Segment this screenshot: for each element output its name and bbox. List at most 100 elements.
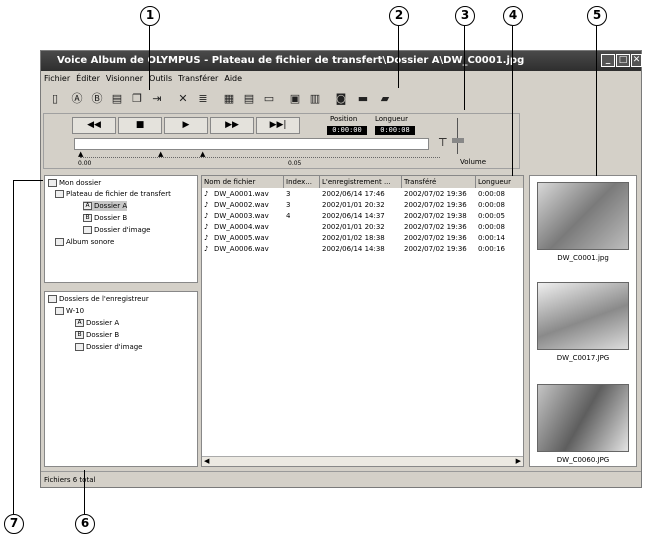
menu-fichier[interactable]: Fichier: [41, 71, 73, 87]
callout-2-line: [398, 26, 399, 88]
table-row[interactable]: ♪ DW_A0005.wav 2002/01/02 18:38 2002/07/02…: [202, 233, 523, 244]
skip-end-button[interactable]: ▶▶|: [256, 117, 300, 134]
folder-a-icon[interactable]: Ⓐ: [69, 91, 85, 107]
device-icon[interactable]: ▯: [47, 91, 63, 107]
progress-bar[interactable]: [74, 138, 429, 150]
folder-b-icon[interactable]: Ⓑ: [89, 91, 105, 107]
close-button[interactable]: ✕: [631, 54, 642, 67]
col-length[interactable]: Longueur: [476, 176, 524, 188]
export-icon[interactable]: ▰: [377, 91, 393, 107]
tree-transfer-tray[interactable]: Plateau de fichier de transfert: [55, 189, 171, 199]
index-icon[interactable]: ≣: [195, 91, 211, 107]
volume-label: Volume: [460, 158, 487, 166]
callout-5: 5: [587, 6, 607, 26]
callout-7: 7: [4, 514, 24, 534]
wav-file-icon: ♪: [204, 212, 209, 220]
volume-slider[interactable]: [452, 138, 464, 143]
play-button[interactable]: ▶: [164, 117, 208, 134]
scale-marker-icon[interactable]: ▲: [78, 150, 83, 158]
horizontal-scrollbar[interactable]: ◀ ▶: [202, 456, 523, 466]
wav-file-icon: ♪: [204, 223, 209, 231]
menu-transferer[interactable]: Transférer: [175, 71, 221, 87]
move-icon[interactable]: ⇥: [149, 91, 165, 107]
tree-album-sonore[interactable]: Album sonore: [55, 237, 114, 247]
pin-icon[interactable]: ⊤: [438, 136, 448, 149]
recorder-folder-tree: Dossiers de l'enregistreur W-10 A Dossier…: [44, 291, 198, 467]
col-recorded[interactable]: L'enregistrement ...: [320, 176, 402, 188]
table-row[interactable]: ♪ DW_A0006.wav 2002/06/14 14:38 2002/07/02…: [202, 244, 523, 255]
scroll-left-icon[interactable]: ◀: [204, 457, 209, 465]
table-row[interactable]: ♪ DW_A0003.wav 4 2002/06/14 14:37 2002/07/0…: [202, 211, 523, 222]
menu-outils[interactable]: Outils: [146, 71, 175, 87]
folder-b-icon: B: [83, 214, 92, 222]
tree-rec-dossier-image[interactable]: Dossier d'image: [75, 342, 143, 352]
callout-7-hline: [13, 180, 43, 181]
image-folder-icon[interactable]: ▤: [109, 91, 125, 107]
menu-visionner[interactable]: Visionner: [103, 71, 146, 87]
tree-rec-dossier-b[interactable]: B Dossier B: [75, 330, 119, 340]
album-icon: [55, 238, 64, 246]
menu-aide[interactable]: Aide: [221, 71, 245, 87]
tree-dossier-a[interactable]: A Dossier A: [83, 201, 128, 211]
grid-view-icon[interactable]: ▦: [221, 91, 237, 107]
title-bar: Voice Album de OLYMPUS - Plateau de fich…: [41, 51, 642, 71]
file-list: Nom de fichier Index... L'enregistrement…: [201, 175, 524, 467]
stop-button[interactable]: ■: [118, 117, 162, 134]
status-bar: Fichiers 6 total: [41, 471, 641, 487]
fast-forward-button[interactable]: ▶▶: [210, 117, 254, 134]
thumbnail-caption: DW_C0017.JPG: [556, 354, 610, 362]
folder-a-icon: A: [75, 319, 84, 327]
album-icon[interactable]: ▣: [287, 91, 303, 107]
list-view-icon[interactable]: ▤: [241, 91, 257, 107]
tree-dossier-b[interactable]: B Dossier B: [83, 213, 127, 223]
scroll-right-icon[interactable]: ▶: [516, 457, 521, 465]
tree-dossier-image[interactable]: Dossier d'image: [83, 225, 151, 235]
details-view-icon[interactable]: ▭: [261, 91, 277, 107]
position-label: Position: [330, 115, 358, 123]
menu-editer[interactable]: Éditer: [73, 71, 103, 87]
position-display: 0:00:00: [327, 126, 367, 135]
callout-4: 4: [503, 6, 523, 26]
index-mark-icon: ▲: [200, 150, 206, 158]
minimize-button[interactable]: _: [601, 54, 615, 67]
scale-mid: 0.05: [288, 160, 302, 167]
thumbnail-image[interactable]: [537, 282, 629, 350]
camera-icon[interactable]: ◙: [333, 91, 349, 107]
app-window: Voice Album de OLYMPUS - Plateau de fich…: [40, 50, 642, 488]
col-filename[interactable]: Nom de fichier: [202, 176, 284, 188]
volume-track: [457, 118, 458, 154]
tree-root-mon-dossier[interactable]: Mon dossier: [48, 178, 101, 188]
table-row[interactable]: ♪ DW_A0004.wav 2002/01/01 20:32 2002/07/02…: [202, 222, 523, 233]
tree-rec-dossier-a[interactable]: A Dossier A: [75, 318, 119, 328]
tree-recorder-root[interactable]: Dossiers de l'enregistreur: [48, 294, 149, 304]
callout-6: 6: [75, 514, 95, 534]
copy-icon[interactable]: ❐: [129, 91, 145, 107]
table-row[interactable]: ♪ DW_A0002.wav 3 2002/01/01 20:32 2002/07/0…: [202, 200, 523, 211]
thumbnail-caption: DW_C0060.JPG: [556, 456, 610, 464]
callout-6-line: [84, 470, 85, 514]
length-label: Longueur: [375, 115, 408, 123]
col-transferred[interactable]: Transféré: [402, 176, 476, 188]
col-index[interactable]: Index...: [284, 176, 320, 188]
wav-file-icon: ♪: [204, 190, 209, 198]
thumbnail-image[interactable]: [537, 384, 629, 452]
callout-1: 1: [140, 6, 160, 26]
tree-device[interactable]: W-10: [55, 306, 84, 316]
folder-a-icon: A: [83, 202, 92, 210]
rewind-button[interactable]: ◀◀: [72, 117, 116, 134]
thumbnail-image[interactable]: [537, 182, 629, 250]
wav-file-icon: ♪: [204, 245, 209, 253]
folder-b-icon: B: [75, 331, 84, 339]
maximize-button[interactable]: □: [616, 54, 630, 67]
tray-icon: [55, 190, 64, 198]
device-icon: [55, 307, 64, 315]
scale-start: 0.00: [78, 160, 92, 167]
panorama-icon[interactable]: ▬: [355, 91, 371, 107]
table-row[interactable]: ♪ DW_A0001.wav 3 2002/06/14 17:46 2002/07/0…: [202, 189, 523, 200]
slideshow-icon[interactable]: ▥: [307, 91, 323, 107]
menu-bar: Fichier Éditer Visionner Outils Transférer Ai…: [41, 71, 641, 87]
length-display: 0:00:08: [375, 126, 415, 135]
my-folder-tree: Mon dossier Plateau de fichier de transf…: [44, 175, 198, 283]
delete-icon[interactable]: ✕: [175, 91, 191, 107]
folder-icon: [48, 179, 57, 187]
